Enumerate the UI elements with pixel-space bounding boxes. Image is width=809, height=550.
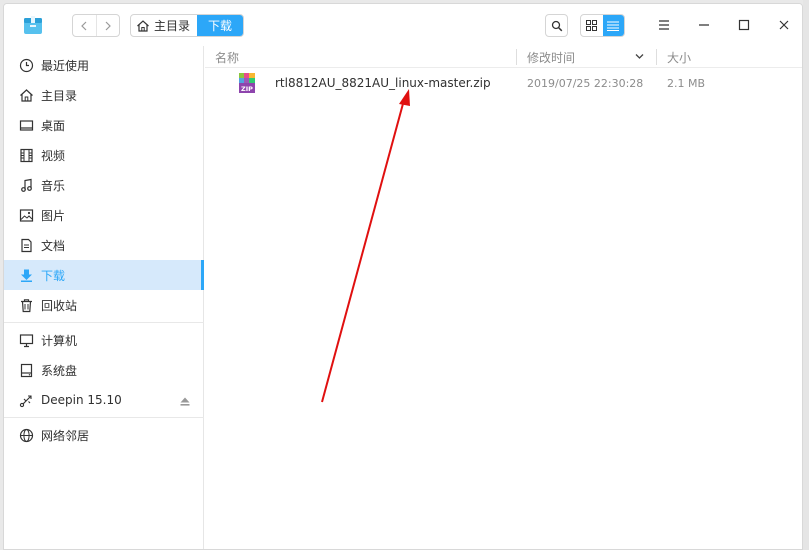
eject-button[interactable] bbox=[180, 395, 190, 409]
sidebar-item-music[interactable]: 音乐 bbox=[4, 170, 204, 200]
column-modified-label: 修改时间 bbox=[527, 50, 576, 65]
sidebar-item-desktop[interactable]: 桌面 bbox=[4, 110, 204, 140]
sidebar-item-system-disk[interactable]: 系统盘 bbox=[4, 355, 204, 385]
titlebar: 主目录 下载 bbox=[4, 4, 802, 46]
forward-button[interactable] bbox=[95, 15, 120, 36]
sidebar: 最近使用 主目录 桌面 视频 音乐 图片 文档 下载 回收站 计算机 系统盘 D… bbox=[4, 46, 204, 549]
download-icon bbox=[17, 266, 35, 284]
document-icon bbox=[17, 236, 35, 254]
search-icon bbox=[551, 20, 562, 31]
zip-file-icon: ZIP bbox=[239, 73, 255, 93]
maximize-icon bbox=[738, 19, 750, 31]
table-row[interactable]: ZIP rtl8812AU_8821AU_linux-master.zip 20… bbox=[205, 72, 802, 96]
minimize-icon bbox=[699, 24, 709, 26]
home-icon bbox=[137, 19, 149, 32]
sidebar-item-label: 回收站 bbox=[41, 298, 78, 313]
search-button[interactable] bbox=[545, 14, 568, 37]
breadcrumb: 主目录 下载 bbox=[130, 14, 245, 37]
minimize-button[interactable] bbox=[694, 15, 714, 35]
hamburger-menu-icon bbox=[659, 20, 669, 30]
chevron-left-icon bbox=[81, 21, 87, 30]
sidebar-item-label: Deepin 15.10 bbox=[41, 393, 122, 407]
disk-icon bbox=[17, 361, 35, 379]
network-icon bbox=[17, 426, 35, 444]
sidebar-divider bbox=[4, 417, 204, 418]
sidebar-item-pictures[interactable]: 图片 bbox=[4, 200, 204, 230]
sidebar-divider bbox=[4, 322, 204, 323]
sort-descending-icon bbox=[635, 54, 644, 59]
sidebar-item-label: 系统盘 bbox=[41, 363, 78, 378]
file-list-view: 名称 修改时间 大小 ZIP rtl8812AU_8821AU_linux-ma… bbox=[205, 46, 802, 549]
chevron-right-icon bbox=[105, 21, 111, 30]
maximize-button[interactable] bbox=[734, 15, 754, 35]
list-view-button[interactable] bbox=[602, 15, 624, 36]
column-size[interactable]: 大小 bbox=[667, 46, 691, 68]
sidebar-item-label: 图片 bbox=[41, 208, 66, 223]
column-divider[interactable] bbox=[516, 49, 517, 65]
breadcrumb-home[interactable]: 主目录 bbox=[131, 15, 197, 36]
view-mode-toggle bbox=[580, 14, 625, 37]
sidebar-item-recent[interactable]: 最近使用 bbox=[4, 50, 204, 80]
sidebar-item-label: 计算机 bbox=[41, 333, 78, 348]
svg-text:ZIP: ZIP bbox=[241, 85, 253, 93]
sidebar-item-label: 音乐 bbox=[41, 178, 66, 193]
sidebar-item-documents[interactable]: 文档 bbox=[4, 230, 204, 260]
computer-icon bbox=[17, 331, 35, 349]
column-name[interactable]: 名称 bbox=[215, 46, 239, 68]
list-icon bbox=[607, 21, 620, 31]
sidebar-item-downloads[interactable]: 下载 bbox=[4, 260, 204, 290]
sidebar-item-label: 文档 bbox=[41, 238, 66, 253]
music-icon bbox=[17, 176, 35, 194]
sidebar-item-label: 桌面 bbox=[41, 118, 66, 133]
sidebar-item-deepin-usb[interactable]: Deepin 15.10 bbox=[4, 385, 204, 415]
column-name-label: 名称 bbox=[215, 50, 240, 65]
menu-button[interactable] bbox=[654, 15, 674, 35]
sidebar-item-computer[interactable]: 计算机 bbox=[4, 325, 204, 355]
image-icon bbox=[17, 206, 35, 224]
close-button[interactable] bbox=[774, 15, 794, 35]
trash-icon bbox=[17, 296, 35, 314]
sidebar-item-label: 主目录 bbox=[41, 88, 78, 103]
file-manager-window: 主目录 下载 最近使用 主目录 桌面 视频 音乐 图片 文档 下载 回收站 计算… bbox=[3, 3, 803, 550]
home-icon bbox=[17, 86, 35, 104]
clock-icon bbox=[17, 56, 35, 74]
column-divider[interactable] bbox=[656, 49, 657, 65]
sidebar-item-label: 下载 bbox=[41, 268, 66, 283]
file-manager-app-icon bbox=[24, 16, 42, 34]
usb-icon bbox=[17, 391, 35, 409]
sidebar-item-label: 最近使用 bbox=[41, 58, 90, 73]
eject-icon bbox=[180, 397, 190, 406]
file-modified: 2019/07/25 22:30:28 bbox=[527, 77, 644, 90]
breadcrumb-current[interactable]: 下载 bbox=[197, 15, 244, 36]
sidebar-item-label: 网络邻居 bbox=[41, 428, 90, 443]
file-size: 2.1 MB bbox=[667, 77, 706, 90]
desktop-icon bbox=[17, 116, 35, 134]
sidebar-item-trash[interactable]: 回收站 bbox=[4, 290, 204, 320]
back-button[interactable] bbox=[73, 15, 96, 36]
sidebar-item-home[interactable]: 主目录 bbox=[4, 80, 204, 110]
column-size-label: 大小 bbox=[667, 50, 692, 65]
icon-view-button[interactable] bbox=[581, 15, 603, 36]
breadcrumb-home-label: 主目录 bbox=[154, 19, 191, 33]
sidebar-item-videos[interactable]: 视频 bbox=[4, 140, 204, 170]
background-window-edge bbox=[803, 0, 809, 550]
column-modified[interactable]: 修改时间 bbox=[527, 46, 647, 68]
column-header: 名称 修改时间 大小 bbox=[205, 46, 802, 68]
file-name: rtl8812AU_8821AU_linux-master.zip bbox=[275, 76, 491, 90]
grid-icon bbox=[586, 20, 598, 31]
navigation-buttons bbox=[72, 14, 120, 37]
sidebar-item-label: 视频 bbox=[41, 148, 66, 163]
film-icon bbox=[17, 146, 35, 164]
sidebar-item-network[interactable]: 网络邻居 bbox=[4, 420, 204, 450]
close-icon bbox=[779, 20, 789, 30]
